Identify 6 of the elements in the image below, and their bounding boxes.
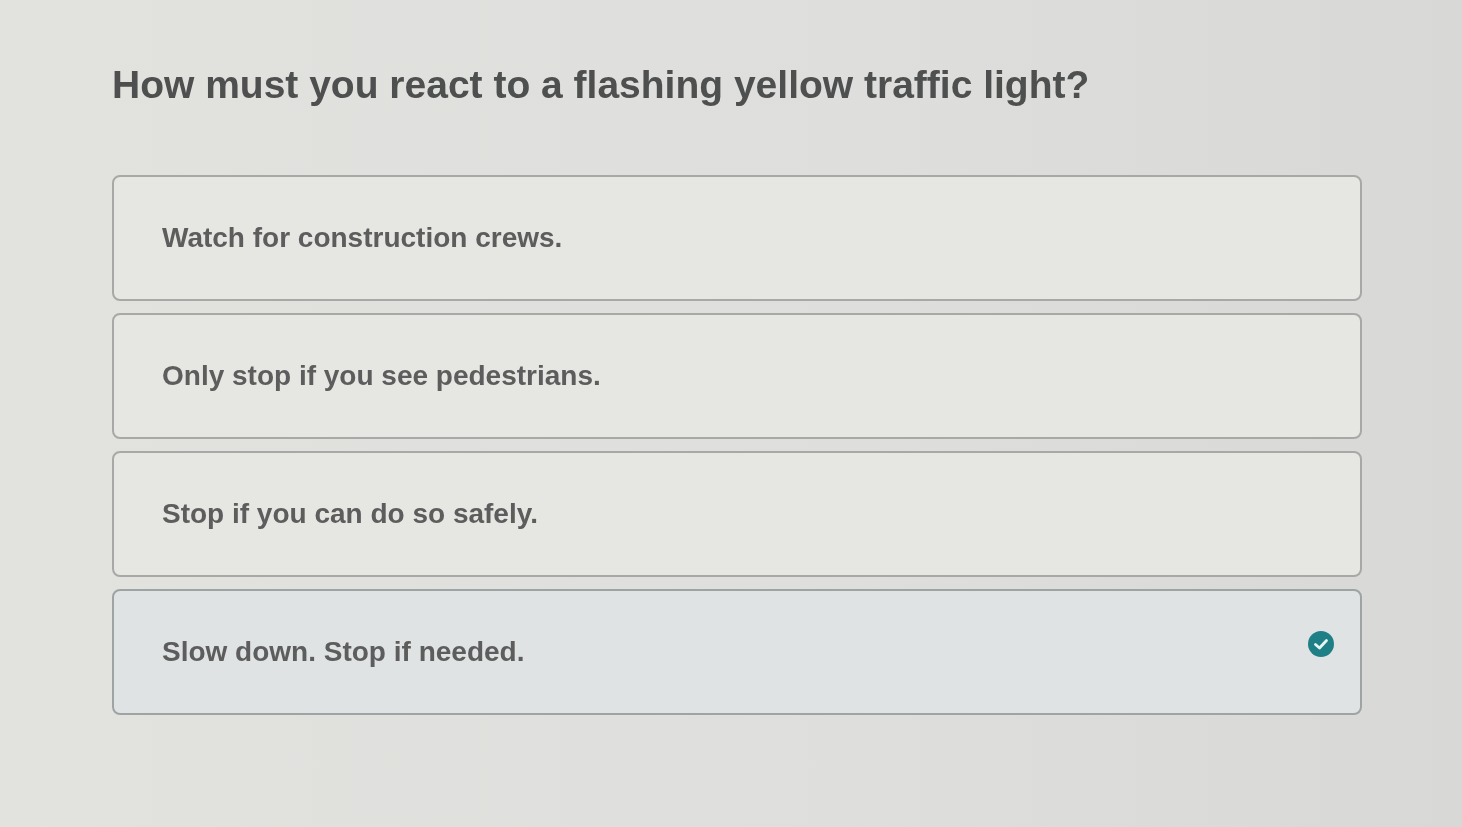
question-heading: How must you react to a flashing yellow traffic light?	[112, 62, 1091, 108]
answer-option[interactable]: Slow down. Stop if needed.	[112, 588, 1362, 715]
check-icon	[1308, 630, 1334, 657]
answer-option[interactable]: Only stop if you see pedestrians.	[112, 312, 1362, 439]
answer-option[interactable]: Stop if you can do so safely.	[112, 450, 1362, 577]
answer-option[interactable]: Watch for construction crews.	[112, 174, 1362, 301]
